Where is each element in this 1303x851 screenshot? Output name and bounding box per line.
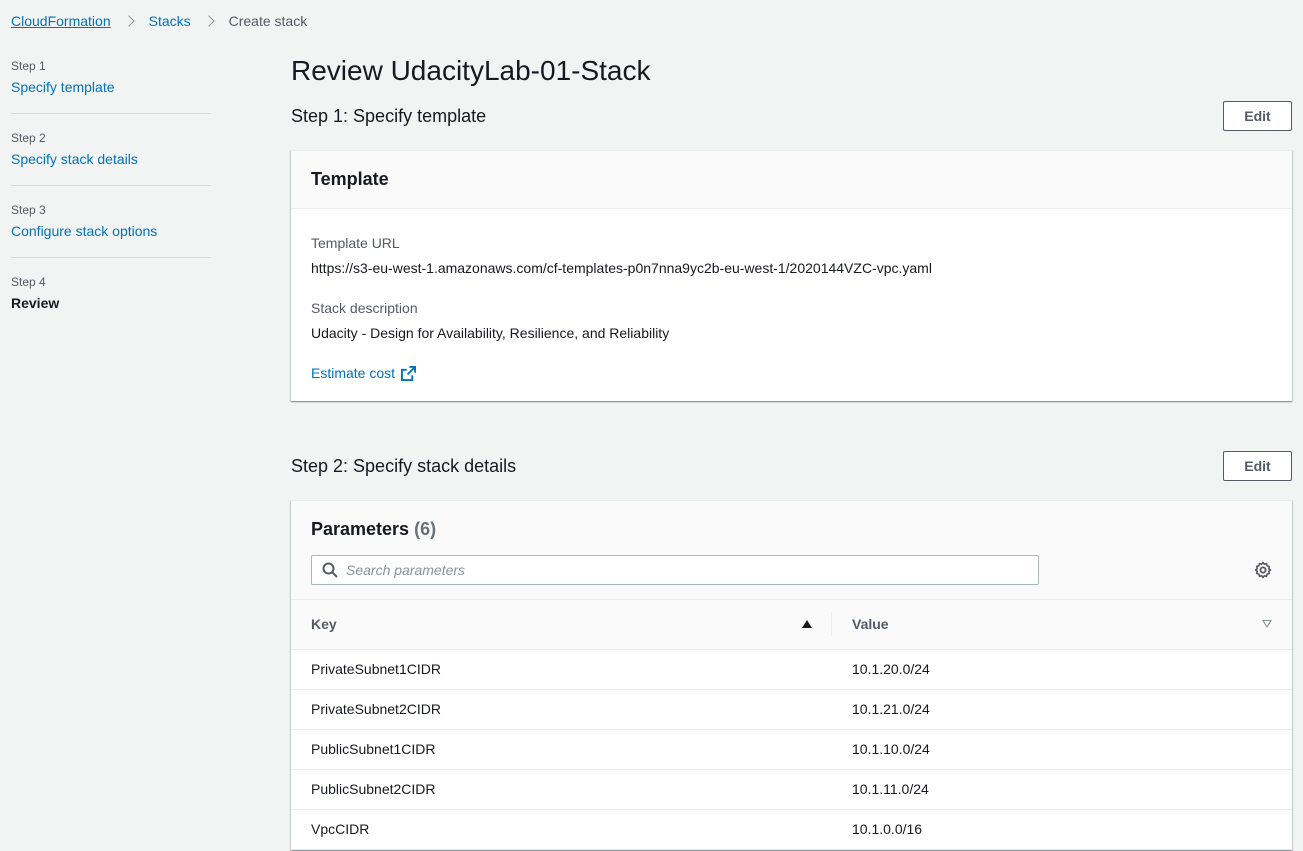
param-key-cell: VpcCIDR [291,809,832,850]
step-number: Step 2 [11,131,46,145]
parameters-title-text: Parameters [311,519,410,539]
param-value-cell: 10.1.10.0/24 [832,729,1292,770]
column-header-key[interactable]: Key [291,600,832,650]
template-url-field: Template URL https://s3-eu-west-1.amazon… [311,233,1272,278]
param-key-cell: PublicSubnet2CIDR [291,769,832,810]
step1-section-header: Step 1: Specify template Edit [291,100,1292,132]
stack-description-value: Udacity - Design for Availability, Resil… [311,325,670,341]
chevron-right-icon [122,15,135,27]
step-link-specify-stack-details[interactable]: Specify stack details [11,149,211,169]
breadcrumb-cloudformation-link[interactable]: CloudFormation [11,13,111,29]
gear-icon[interactable] [1254,561,1272,579]
param-key-cell: PublicSubnet1CIDR [291,729,832,770]
step-number: Step 1 [11,59,46,73]
param-value-cell: 10.1.0.0/16 [832,809,1292,850]
page-title: Review UdacityLab-01-Stack [291,55,651,86]
table-row: PrivateSubnet1CIDR 10.1.20.0/24 [291,649,1292,690]
parameters-title: Parameters (6) [311,519,1272,540]
param-key-cell: PrivateSubnet2CIDR [291,689,832,730]
table-row: VpcCIDR 10.1.0.0/16 [291,809,1292,850]
step2-title: Step 2: Specify stack details [291,455,517,476]
template-card-body: Template URL https://s3-eu-west-1.amazon… [291,209,1292,401]
wizard-step-4: Step 4 Review [11,274,211,329]
step-link-specify-template[interactable]: Specify template [11,77,211,97]
param-value-cell: 10.1.20.0/24 [832,649,1292,690]
parameters-count: (6) [414,519,437,539]
template-url-value: https://s3-eu-west-1.amazonaws.com/cf-te… [311,260,932,276]
step-number: Step 3 [11,203,46,217]
step1-title: Step 1: Specify template [291,105,487,126]
column-header-value-label: Value [852,616,889,633]
step-number: Step 4 [11,275,46,289]
parameters-card: Parameters (6) Key [291,500,1292,850]
parameters-table: Key Value PrivateSubnet1CIDR 10.1.20.0/2… [291,600,1292,850]
stack-description-label: Stack description [311,300,418,316]
breadcrumb-stacks-link[interactable]: Stacks [149,13,191,29]
template-card-title: Template [311,169,389,189]
wizard-steps-nav: Step 1 Specify template Step 2 Specify s… [11,58,211,345]
estimate-cost-link[interactable]: Estimate cost [311,365,417,381]
column-header-value[interactable]: Value [832,600,1292,650]
breadcrumb-current: Create stack [228,13,308,29]
step2-edit-button[interactable]: Edit [1223,451,1292,481]
sort-ascending-icon [802,620,812,628]
template-card-header: Template [291,151,1292,209]
wizard-step-2: Step 2 Specify stack details [11,130,211,186]
column-header-key-label: Key [311,616,337,633]
sort-descending-icon [1262,620,1272,628]
external-link-icon [401,365,417,381]
parameters-card-header: Parameters (6) [291,501,1292,600]
table-row: PrivateSubnet2CIDR 10.1.21.0/24 [291,689,1292,730]
table-header-row: Key Value [291,600,1292,650]
step2-section-header: Step 2: Specify stack details Edit [291,450,1292,482]
chevron-right-icon [202,15,215,27]
param-value-cell: 10.1.21.0/24 [832,689,1292,730]
param-value-cell: 10.1.11.0/24 [832,769,1292,810]
table-row: PublicSubnet1CIDR 10.1.10.0/24 [291,729,1292,770]
search-parameters-input[interactable] [346,562,1026,578]
step-link-configure-stack-options[interactable]: Configure stack options [11,221,211,241]
search-parameters-box [311,555,1039,585]
estimate-cost-label: Estimate cost [311,365,396,381]
wizard-step-3: Step 3 Configure stack options [11,202,211,258]
table-row: PublicSubnet2CIDR 10.1.11.0/24 [291,769,1292,810]
template-card: Template Template URL https://s3-eu-west… [291,150,1292,401]
breadcrumb: CloudFormation Stacks Create stack [11,11,307,31]
template-url-label: Template URL [311,235,400,251]
stack-description-field: Stack description Udacity - Design for A… [311,298,1272,343]
search-icon [322,562,338,578]
wizard-step-1: Step 1 Specify template [11,58,211,114]
param-key-cell: PrivateSubnet1CIDR [291,649,832,690]
step1-edit-button[interactable]: Edit [1223,101,1292,131]
step-current-review: Review [11,295,60,311]
